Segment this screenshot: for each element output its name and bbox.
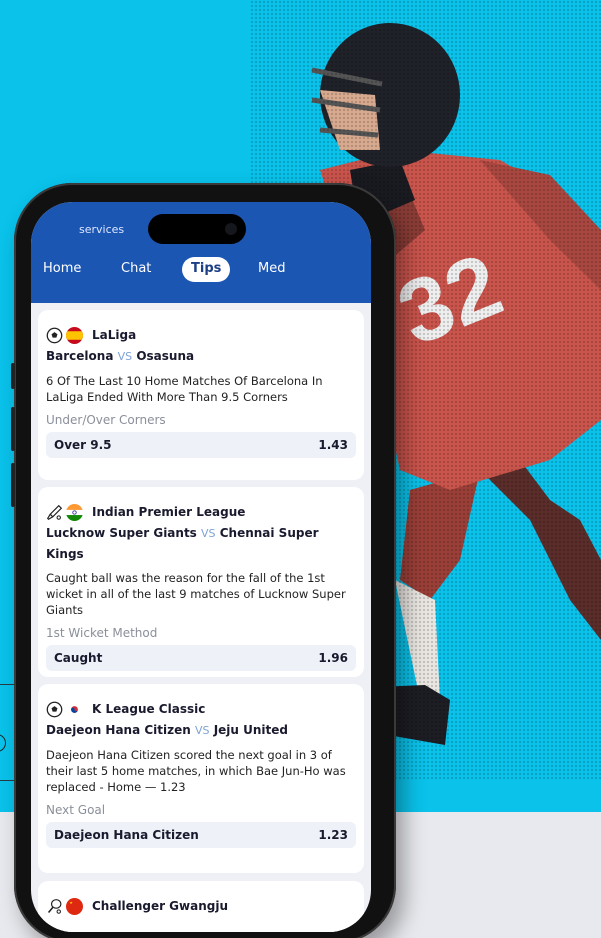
league-name: Indian Premier League (92, 505, 246, 519)
tip-card[interactable]: Indian Premier League Lucknow Super Gian… (38, 487, 364, 677)
camera-icon (225, 223, 237, 235)
match-teams: Lucknow Super Giants VS Chennai Super Ki… (46, 523, 356, 564)
pick-button[interactable]: Over 9.5 1.43 (46, 432, 356, 458)
tab-media[interactable]: Med (258, 257, 285, 281)
soccer-ball-icon (46, 327, 63, 343)
tennis-racket-icon (47, 898, 62, 914)
away-team: Jeju United (213, 723, 289, 737)
away-team: Osasuna (136, 349, 195, 363)
vs-label: VS (195, 724, 210, 737)
tip-card[interactable]: Challenger Gwangju (38, 881, 364, 932)
tip-card[interactable]: LaLiga Barcelona VS Osasuna 6 Of The Las… (38, 310, 364, 480)
soccer-ball-icon (46, 701, 63, 717)
header-label: services (79, 223, 125, 236)
tab-tips[interactable]: Tips (182, 257, 231, 282)
spain-flag-icon (66, 326, 83, 344)
pick-label: Caught (54, 651, 103, 665)
app-header: services Home Chat Tips Med (31, 202, 371, 303)
vs-label: VS (117, 350, 133, 363)
pick-label: Over 9.5 (54, 438, 112, 452)
nav-tabs: Home Chat Tips Med (31, 254, 371, 284)
match-teams: Barcelona VS Osasuna (46, 346, 356, 367)
india-flag-icon (66, 503, 83, 521)
market-label: Next Goal (46, 803, 106, 817)
odds-value: 1.96 (318, 651, 348, 665)
south-korea-flag-icon (66, 700, 83, 718)
pick-button[interactable]: Daejeon Hana Citizen 1.23 (46, 822, 356, 848)
china-flag-icon (66, 897, 83, 915)
market-label: 1st Wicket Method (46, 626, 158, 640)
dynamic-island (148, 214, 246, 244)
pick-button[interactable]: Caught 1.96 (46, 645, 356, 671)
home-team: Lucknow Super Giants (46, 526, 197, 540)
home-team: Barcelona (46, 349, 114, 363)
match-teams: Daejeon Hana Citizen VS Jeju United (46, 720, 356, 741)
tip-card[interactable]: K League Classic Daejeon Hana Citizen VS… (38, 684, 364, 873)
league-name: LaLiga (92, 328, 137, 342)
vs-label: VS (201, 527, 216, 540)
market-label: Under/Over Corners (46, 413, 166, 427)
cricket-bat-icon (46, 504, 63, 520)
tip-description: 6 Of The Last 10 Home Matches Of Barcelo… (46, 374, 323, 404)
pick-label: Daejeon Hana Citizen (54, 828, 199, 842)
league-name: Challenger Gwangju (92, 899, 229, 913)
home-team: Daejeon Hana Citizen (46, 723, 191, 737)
league-name: K League Classic (92, 702, 206, 716)
odds-value: 1.23 (318, 828, 348, 842)
phone-side-button (11, 407, 15, 451)
phone-screen: services Home Chat Tips Med LaLiga Barce… (31, 202, 371, 932)
tab-chat[interactable]: Chat (121, 257, 151, 281)
tab-home[interactable]: Home (43, 257, 81, 281)
tip-description: Daejeon Hana Citizen scored the next goa… (46, 748, 346, 794)
odds-value: 1.43 (318, 438, 348, 452)
phone-side-button (11, 463, 15, 507)
phone-side-button (11, 363, 15, 389)
tip-description: Caught ball was the reason for the fall … (46, 571, 346, 617)
